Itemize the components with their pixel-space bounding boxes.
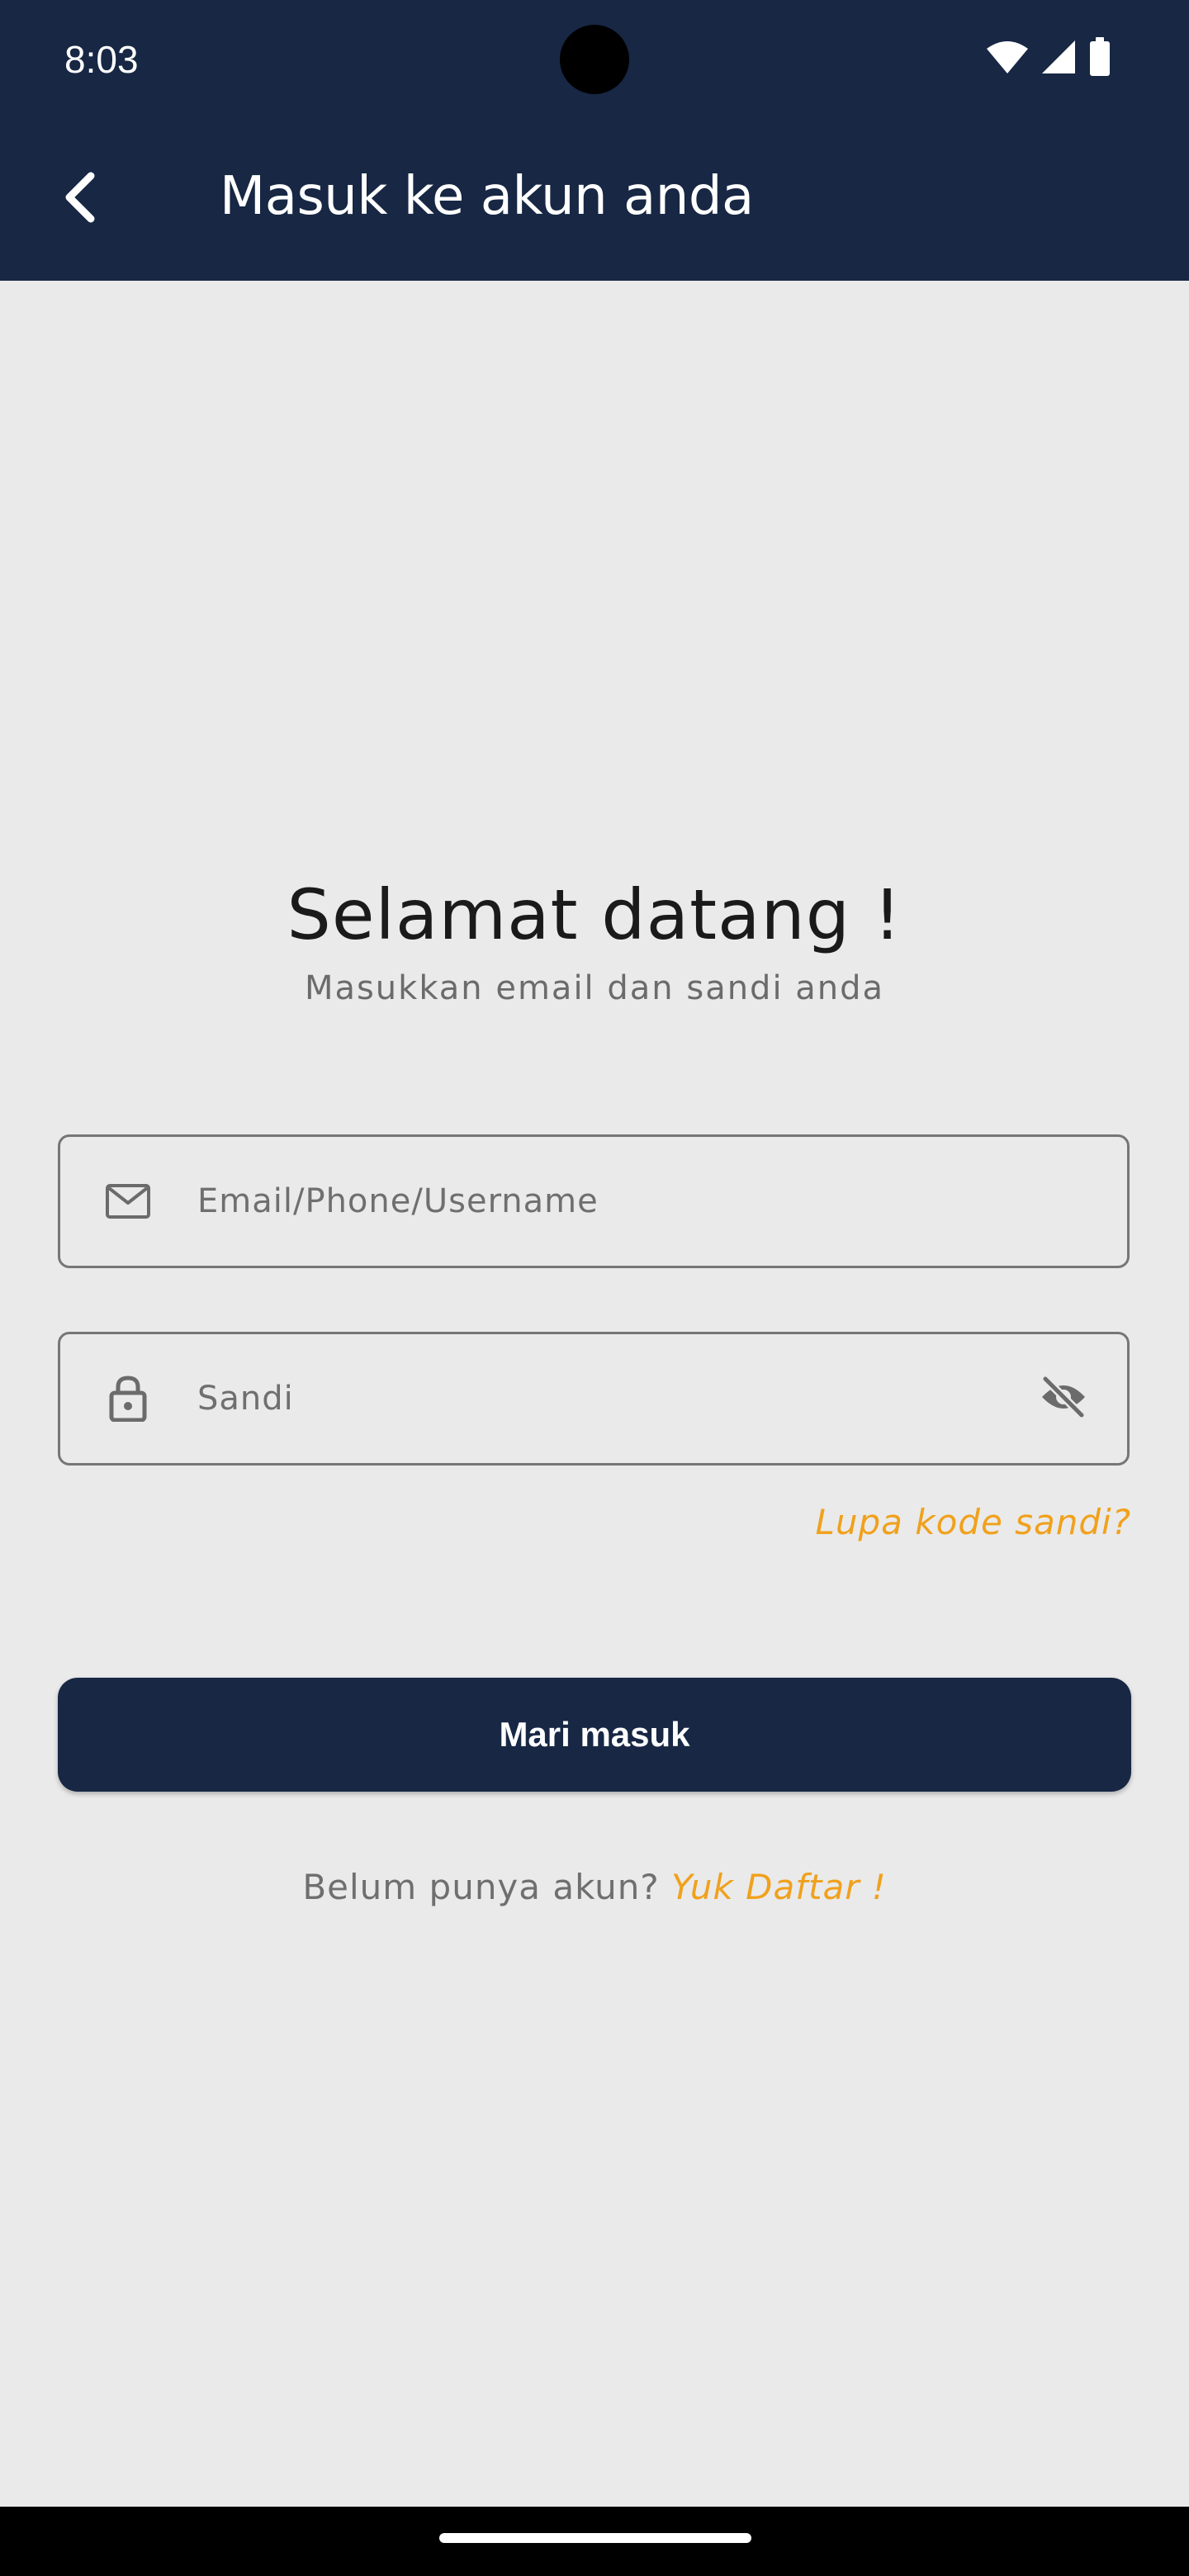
status-icons <box>986 37 1111 80</box>
login-button[interactable]: Mari masuk <box>58 1678 1131 1792</box>
cellular-signal-icon <box>1040 39 1077 78</box>
page-title: Masuk ke akun anda <box>220 166 754 227</box>
password-field[interactable] <box>58 1332 1130 1466</box>
welcome-subtitle: Masukkan email dan sandi anda <box>304 969 885 1007</box>
register-link[interactable]: Yuk Daftar ! <box>671 1867 887 1907</box>
home-gesture-handle[interactable] <box>439 2533 751 2543</box>
chevron-left-icon <box>61 171 97 227</box>
password-input[interactable] <box>197 1334 1023 1463</box>
camera-cutout <box>560 25 629 94</box>
top-app-bar: 8:03 Masuk ke akun anda <box>0 0 1189 281</box>
toggle-password-visibility[interactable] <box>1035 1370 1092 1428</box>
lock-icon <box>103 1374 153 1423</box>
back-button[interactable] <box>46 162 112 236</box>
email-input[interactable] <box>197 1137 1023 1266</box>
eye-off-icon <box>1039 1375 1088 1422</box>
status-time: 8:03 <box>64 38 139 81</box>
email-field[interactable] <box>58 1134 1130 1268</box>
welcome-title: Selamat datang ! <box>287 874 902 955</box>
forgot-password-link[interactable]: Lupa kode sandi? <box>816 1501 1132 1544</box>
register-prompt: Belum punya akun? <box>302 1867 660 1907</box>
wifi-icon <box>986 39 1029 78</box>
mail-icon <box>103 1177 153 1226</box>
battery-icon <box>1088 37 1111 80</box>
register-row: Belum punya akun? Yuk Daftar ! <box>0 1864 1189 1911</box>
